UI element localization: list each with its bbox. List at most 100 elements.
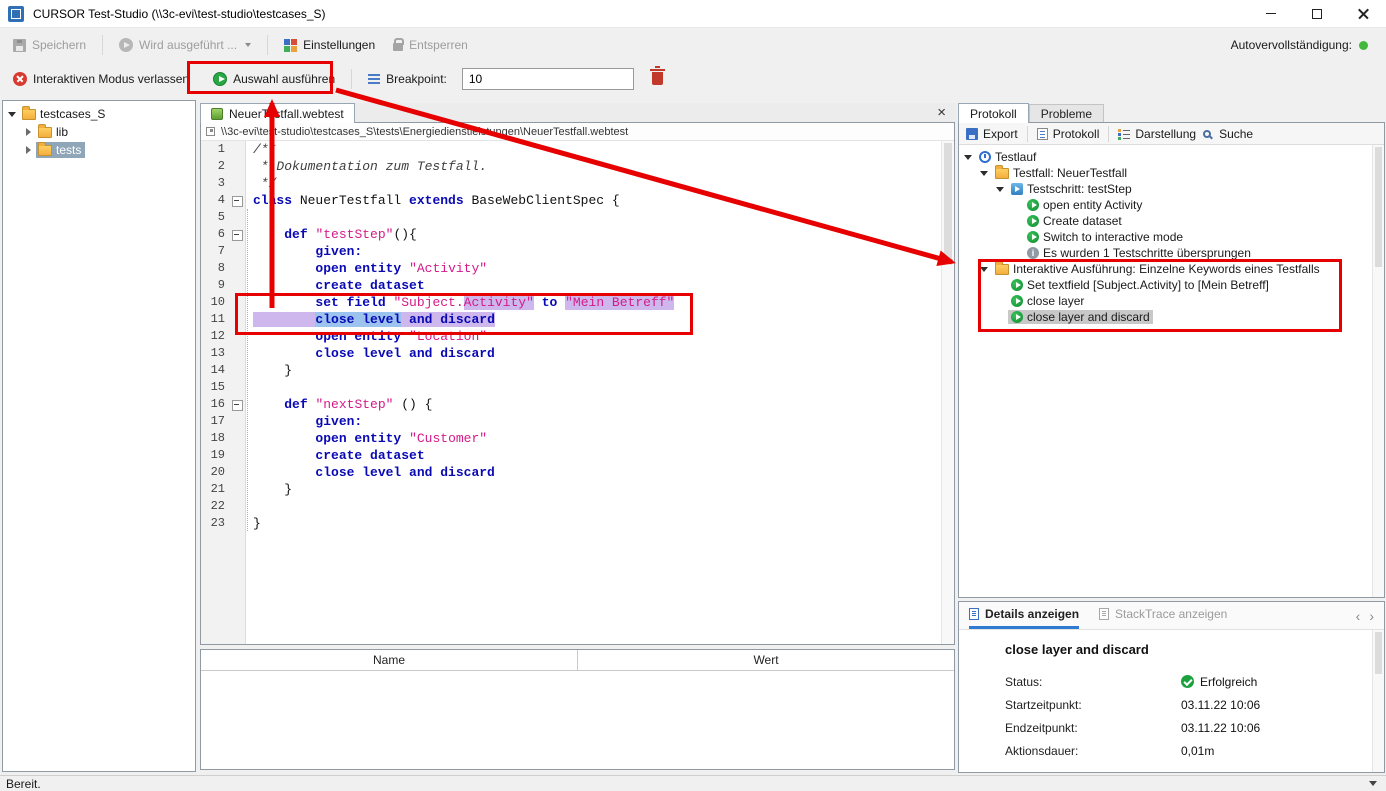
tab-protokoll[interactable]: Protokoll xyxy=(958,103,1029,123)
tree-node[interactable]: Es wurden 1 Testschritte übersprungen xyxy=(1024,246,1254,260)
scrollbar-thumb[interactable] xyxy=(1375,632,1382,674)
darstellung-button[interactable]: Darstellung xyxy=(1118,127,1196,141)
code-line[interactable]: 17 given: xyxy=(201,413,954,430)
code-line[interactable]: 13 close level and discard xyxy=(201,345,954,362)
protocol-tree-item[interactable]: Testschritt: testStep xyxy=(959,181,1384,197)
fold-collapse-icon[interactable] xyxy=(231,192,245,209)
maximize-editor-icon[interactable] xyxy=(206,127,215,136)
tree-node[interactable]: Interaktive Ausführung: Einzelne Keyword… xyxy=(992,262,1323,276)
search-button[interactable]: Suche xyxy=(1203,127,1253,141)
code-line[interactable]: 21 } xyxy=(201,481,954,498)
leave-interactive-mode-button[interactable]: Interaktiven Modus verlassen xyxy=(6,69,196,89)
protocol-tree-item[interactable]: Es wurden 1 Testschritte übersprungen xyxy=(959,245,1384,261)
column-header-wert[interactable]: Wert xyxy=(578,650,954,670)
run-selection-button[interactable]: Auswahl ausführen xyxy=(206,69,342,89)
prev-icon[interactable]: ‹ xyxy=(1356,608,1361,624)
code-line[interactable]: 4class NeuerTestfall extends BaseWebClie… xyxy=(201,192,954,209)
maximize-button[interactable] xyxy=(1294,0,1340,27)
protocol-tree-label: open entity Activity xyxy=(1043,198,1142,212)
protocol-tree-item[interactable]: close layer xyxy=(959,293,1384,309)
code-line[interactable]: 5 xyxy=(201,209,954,226)
code-line[interactable]: 22 xyxy=(201,498,954,515)
fold-collapse-icon[interactable] xyxy=(231,396,245,413)
trash-icon[interactable] xyxy=(652,72,663,85)
settings-button[interactable]: Einstellungen xyxy=(277,35,382,55)
tree-node[interactable]: Switch to interactive mode xyxy=(1024,230,1186,244)
unlock-button[interactable]: Entsperren xyxy=(386,35,475,55)
file-tree-item-testcases_S[interactable]: testcases_S xyxy=(3,105,195,123)
column-header-name[interactable]: Name xyxy=(201,650,578,670)
protocol-tree-item[interactable]: Testfall: NeuerTestfall xyxy=(959,165,1384,181)
protocol-tree-item[interactable]: Create dataset xyxy=(959,213,1384,229)
details-nav: ‹ › xyxy=(1356,602,1374,629)
fold-gutter xyxy=(231,447,245,464)
tab-details-anzeigen[interactable]: Details anzeigen xyxy=(969,602,1079,629)
code-line[interactable]: 10 set field "Subject.Activity" to "Mein… xyxy=(201,294,954,311)
running-button[interactable]: Wird ausgeführt ... xyxy=(112,35,258,55)
file-tree-item-lib[interactable]: lib xyxy=(3,123,195,141)
export-button[interactable]: Export xyxy=(966,127,1018,141)
code-line[interactable]: 6 def "testStep"(){ xyxy=(201,226,954,243)
collapse-icon[interactable] xyxy=(979,168,989,178)
protocol-tree-item[interactable]: Interaktive Ausführung: Einzelne Keyword… xyxy=(959,261,1384,277)
collapse-icon[interactable] xyxy=(995,184,1005,194)
file-tree-item-tests[interactable]: tests xyxy=(3,141,195,159)
tree-node[interactable]: close layer xyxy=(1008,294,1087,308)
code-line[interactable]: 23} xyxy=(201,515,954,532)
tree-node[interactable]: Testlauf xyxy=(976,150,1039,164)
collapse-icon[interactable] xyxy=(7,109,17,119)
tab-stacktrace-anzeigen[interactable]: StackTrace anzeigen xyxy=(1099,602,1227,629)
close-editor-icon[interactable]: × xyxy=(927,103,956,123)
code-line[interactable]: 3 */ xyxy=(201,175,954,192)
tree-node[interactable]: lib xyxy=(36,124,72,140)
detail-label: Endzeitpunkt: xyxy=(1005,721,1181,735)
code-line[interactable]: 7 given: xyxy=(201,243,954,260)
breakpoint-group: Breakpoint: xyxy=(361,69,454,89)
protocol-filter-button[interactable]: Protokoll xyxy=(1037,127,1100,141)
code-line[interactable]: 20 close level and discard xyxy=(201,464,954,481)
code-line[interactable]: 8 open entity "Activity" xyxy=(201,260,954,277)
tree-node[interactable]: Set textfield [Subject.Activity] to [Mei… xyxy=(1008,278,1272,292)
tree-node[interactable]: testcases_S xyxy=(20,106,109,122)
code-line[interactable]: 2 * Dokumentation zum Testfall. xyxy=(201,158,954,175)
code-line[interactable]: 9 create dataset xyxy=(201,277,954,294)
code-line[interactable]: 18 open entity "Customer" xyxy=(201,430,954,447)
editor-tab-neuertestfall[interactable]: NeuerTestfall.webtest xyxy=(200,103,355,123)
save-button[interactable]: Speichern xyxy=(6,35,93,55)
status-caret-icon[interactable] xyxy=(1369,781,1377,786)
protocol-tree-item[interactable]: Switch to interactive mode xyxy=(959,229,1384,245)
scrollbar-thumb[interactable] xyxy=(1375,147,1382,267)
code-line[interactable]: 1/** xyxy=(201,141,954,158)
tree-node[interactable]: tests xyxy=(36,142,85,158)
protocol-tree-item[interactable]: open entity Activity xyxy=(959,197,1384,213)
code-area[interactable]: 1/**2 * Dokumentation zum Testfall.3 */4… xyxy=(201,141,954,645)
tab-probleme[interactable]: Probleme xyxy=(1029,104,1104,123)
tree-node[interactable]: close layer and discard xyxy=(1008,310,1153,324)
tree-node[interactable]: Create dataset xyxy=(1024,214,1125,228)
expand-icon[interactable] xyxy=(23,127,33,137)
code-line[interactable]: 12 open entity "Location" xyxy=(201,328,954,345)
breakpoint-input[interactable] xyxy=(462,68,634,90)
details-scrollbar[interactable] xyxy=(1372,630,1384,772)
protocol-tree-item[interactable]: Set textfield [Subject.Activity] to [Mei… xyxy=(959,277,1384,293)
code-line[interactable]: 16 def "nextStep" () { xyxy=(201,396,954,413)
code-line[interactable]: 19 create dataset xyxy=(201,447,954,464)
fold-collapse-icon[interactable] xyxy=(231,226,245,243)
next-icon[interactable]: › xyxy=(1369,608,1374,624)
tree-node[interactable]: Testfall: NeuerTestfall xyxy=(992,166,1130,180)
unlock-label: Entsperren xyxy=(409,38,468,52)
protocol-tree-item[interactable]: Testlauf xyxy=(959,149,1384,165)
collapse-icon[interactable] xyxy=(963,152,973,162)
code-line[interactable]: 14 } xyxy=(201,362,954,379)
expand-icon[interactable] xyxy=(23,145,33,155)
code-line[interactable]: 11 close level and discard xyxy=(201,311,954,328)
tree-node[interactable]: open entity Activity xyxy=(1024,198,1145,212)
collapse-icon[interactable] xyxy=(979,264,989,274)
protocol-tree-item[interactable]: close layer and discard xyxy=(959,309,1384,325)
minimize-button[interactable] xyxy=(1248,0,1294,27)
protocol-scrollbar[interactable] xyxy=(1372,145,1384,597)
tree-node[interactable]: Testschritt: testStep xyxy=(1008,182,1135,196)
close-window-button[interactable] xyxy=(1340,0,1386,27)
code-line[interactable]: 15 xyxy=(201,379,954,396)
fold-gutter xyxy=(231,260,245,277)
